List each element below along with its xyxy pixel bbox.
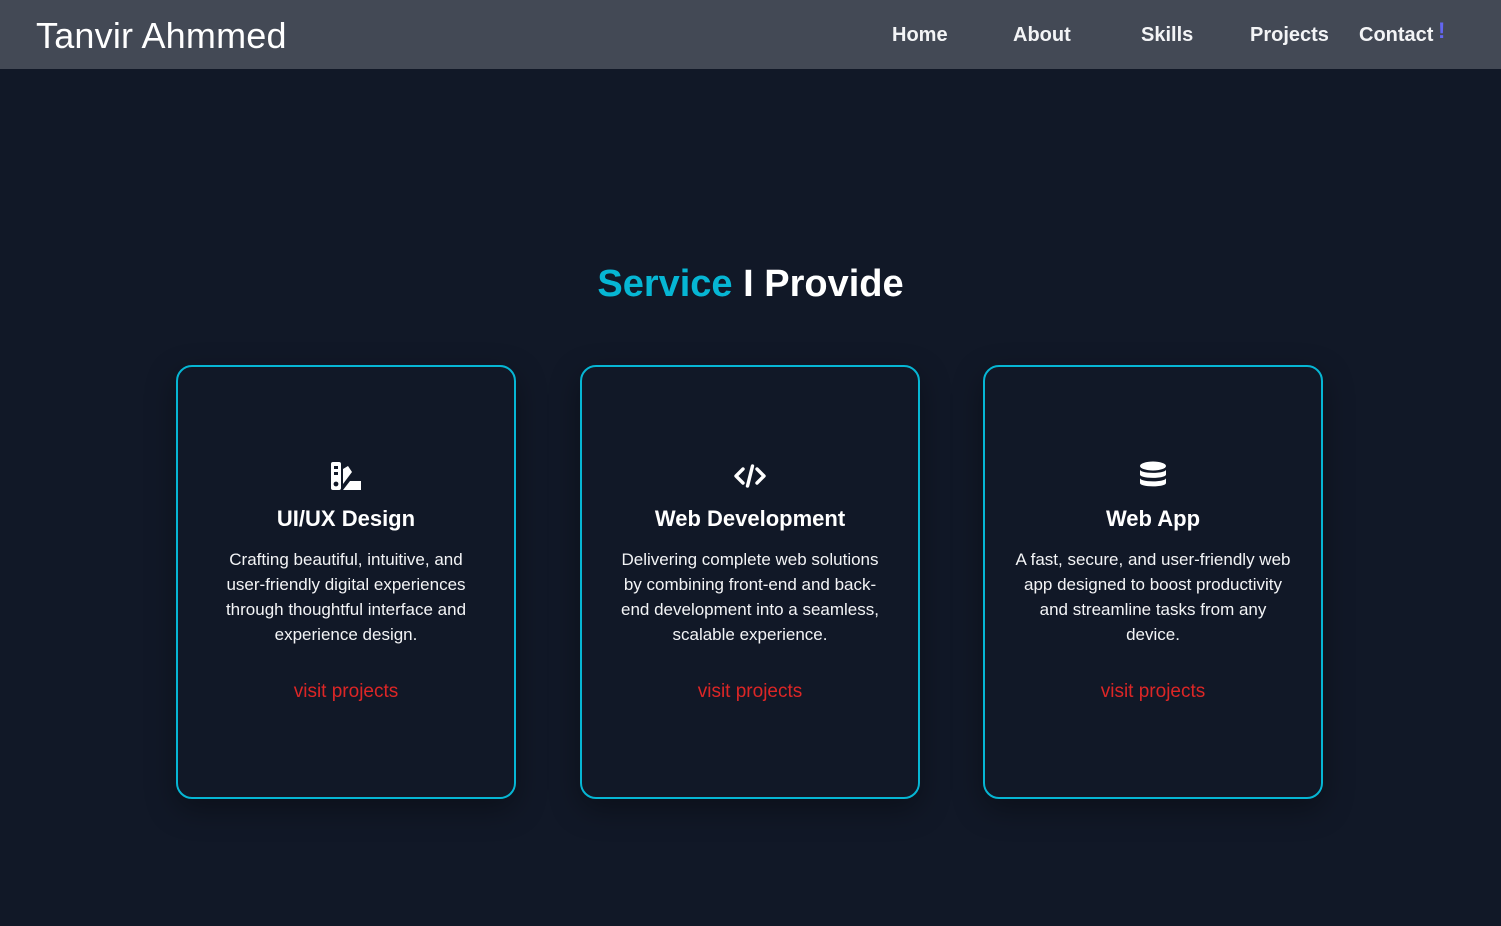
service-card-title: Web App <box>1105 506 1201 531</box>
service-card-uiux: UI/UX Design Crafting beautiful, intuiti… <box>176 365 516 799</box>
service-card-description: Crafting beautiful, intuitive, and user-… <box>225 550 467 644</box>
alert-icon: ! <box>1438 18 1446 43</box>
service-card-web-app: Web App A fast, secure, and user-friendl… <box>983 365 1323 799</box>
visit-projects-link[interactable]: visit projects <box>178 679 514 705</box>
visit-projects-link[interactable]: visit projects <box>582 679 918 705</box>
code-icon <box>734 464 766 488</box>
service-card-description: A fast, secure, and user-friendly web ap… <box>1015 550 1291 644</box>
visit-projects-link[interactable]: visit projects <box>985 679 1321 705</box>
service-card-web-development: Web Development Delivering complete web … <box>580 365 920 799</box>
nav-contact[interactable]: Contact <box>1359 22 1433 48</box>
database-icon <box>1140 461 1166 487</box>
section-title-accent: Service <box>597 263 733 305</box>
section-title: Service I Provide <box>0 258 1501 310</box>
nav-skills[interactable]: Skills <box>1141 22 1193 48</box>
service-card-title: Web Development <box>654 506 846 531</box>
service-card-title: UI/UX Design <box>276 506 416 531</box>
section-title-rest: I Provide <box>732 263 904 305</box>
navbar: Tanvir Ahmmed Home About Skills Projects… <box>0 0 1501 69</box>
service-card-description: Delivering complete web solutions by com… <box>621 550 879 644</box>
nav-home[interactable]: Home <box>892 22 948 48</box>
nav-about[interactable]: About <box>1013 22 1071 48</box>
brand-name[interactable]: Tanvir Ahmmed <box>36 14 287 58</box>
nav-projects[interactable]: Projects <box>1250 22 1329 48</box>
design-swatch-icon <box>331 462 361 490</box>
